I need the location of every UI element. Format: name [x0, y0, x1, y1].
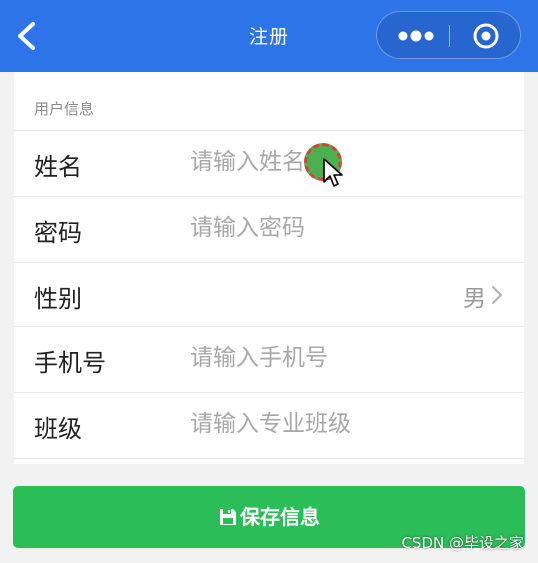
gender-value: 男	[463, 286, 486, 312]
name-label: 姓名	[34, 153, 82, 181]
watermark: CSDN @毕设之家	[401, 534, 524, 552]
section-label: 用户信息	[34, 100, 95, 118]
gender-picker[interactable]: 男	[324, 263, 524, 327]
gender-label: 性别	[34, 285, 82, 313]
user-info-form: 用户信息 姓名 密码 性别 男 手机号 班级	[14, 72, 524, 464]
more-dots-icon	[398, 30, 434, 42]
class-row: 班级	[14, 392, 524, 459]
phone-row: 手机号	[14, 326, 524, 390]
phone-label: 手机号	[34, 349, 106, 377]
close-mini-program-button[interactable]	[463, 18, 513, 54]
navbar: 注册	[0, 0, 538, 72]
phone-input[interactable]	[190, 339, 490, 377]
class-input[interactable]	[190, 405, 490, 443]
save-disk-icon	[220, 509, 236, 525]
password-label: 密码	[34, 219, 82, 247]
register-screen: 注册 用户信息 姓名 密码	[0, 0, 538, 563]
password-input[interactable]	[190, 209, 490, 247]
mouse-pointer-icon	[323, 158, 343, 187]
capsule-divider	[449, 25, 450, 47]
save-button-content: 保存信息	[13, 503, 525, 531]
more-button[interactable]	[387, 18, 445, 54]
save-button-label: 保存信息	[240, 505, 320, 529]
name-row: 姓名	[14, 130, 524, 194]
class-label: 班级	[34, 415, 82, 443]
password-row: 密码	[14, 196, 524, 260]
chevron-right-icon	[491, 285, 503, 305]
mini-program-capsule	[376, 11, 521, 59]
gender-row: 性别 男	[14, 262, 524, 326]
target-circle-icon	[473, 23, 499, 49]
